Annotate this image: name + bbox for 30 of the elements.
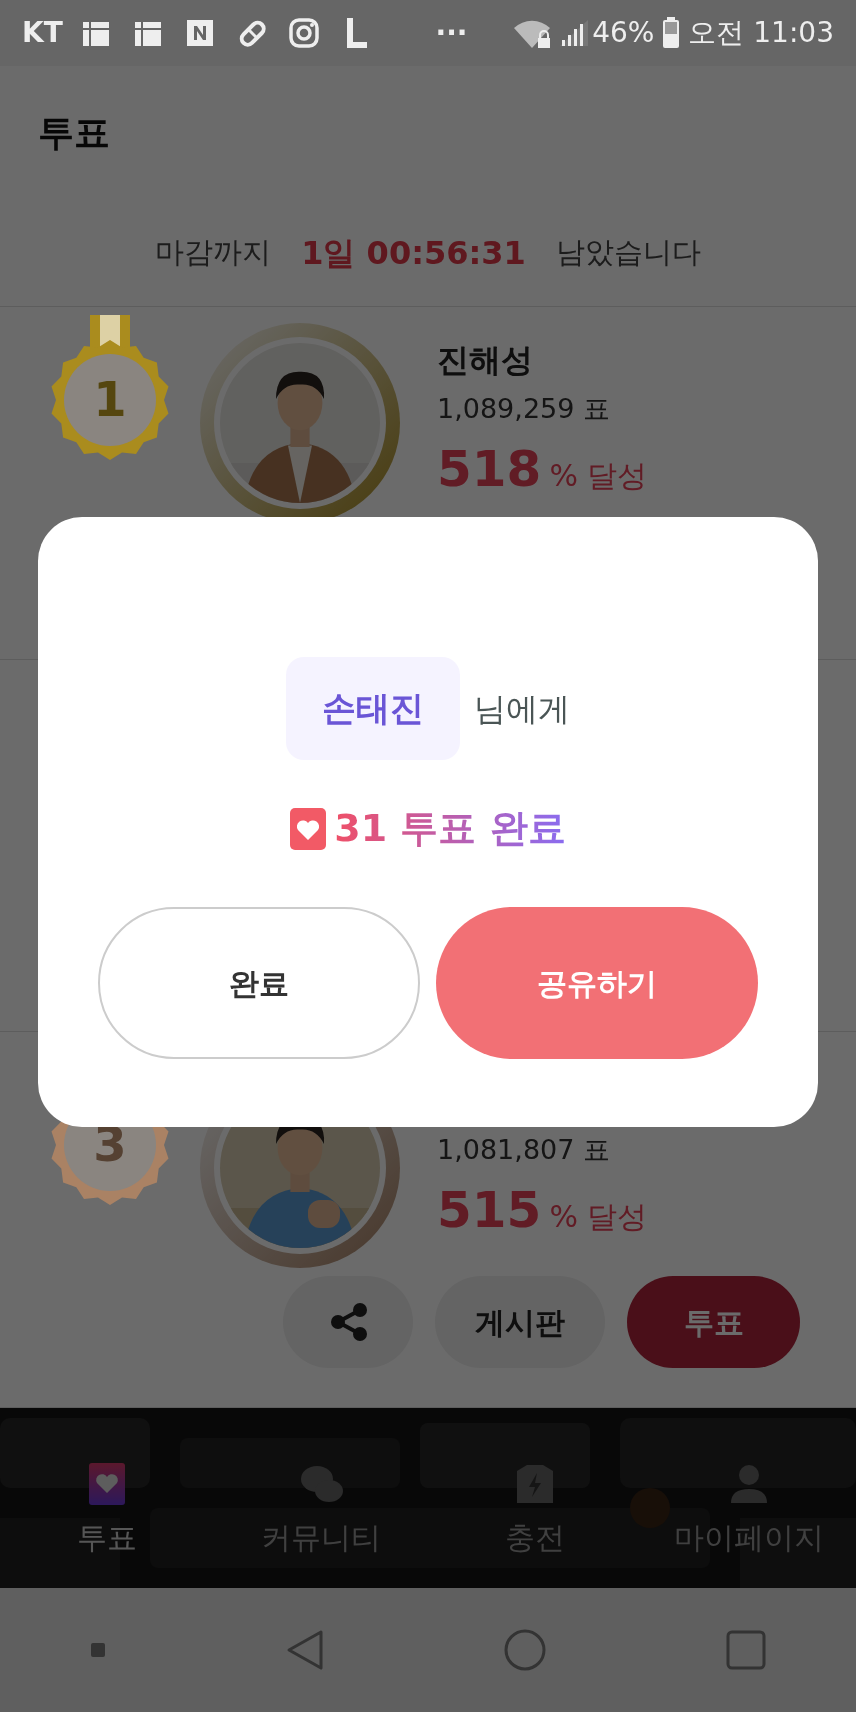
camera-app-icon xyxy=(286,16,321,50)
share-button[interactable]: 공유하기 xyxy=(436,907,758,1059)
vote-button[interactable]: 투표 xyxy=(627,1276,800,1368)
vote-count: 1,089,259 표 xyxy=(437,392,611,426)
battery-icon xyxy=(662,16,681,50)
more-notifications: ··· xyxy=(435,15,468,51)
recipient-label: 님에게 xyxy=(474,688,570,730)
achievement-percent: 518 xyxy=(437,439,542,500)
countdown-label: 남았습니다 xyxy=(555,234,701,272)
nav-tab[interactable]: 마이페이지 xyxy=(642,1408,856,1588)
nav-tab[interactable]: 투표 xyxy=(0,1408,214,1588)
candidate-name: 진해성 xyxy=(437,340,534,381)
countdown-time: 1일 00:56:31 xyxy=(301,233,526,274)
home-icon[interactable] xyxy=(503,1628,547,1672)
countdown-label: 마감까지 xyxy=(155,234,272,272)
back-icon[interactable] xyxy=(285,1628,325,1672)
achievement-label: % 달성 xyxy=(549,1198,648,1236)
vote-count: 1,081,807 표 xyxy=(437,1133,611,1167)
carrier-name: KT xyxy=(22,15,63,51)
achievement-label: % 달성 xyxy=(549,457,648,495)
share-icon xyxy=(328,1302,368,1342)
achievement-percent: 515 xyxy=(437,1180,542,1241)
page-title: 투표 xyxy=(38,111,110,155)
overview-icon[interactable] xyxy=(725,1629,767,1671)
board-button[interactable]: 게시판 xyxy=(435,1276,605,1368)
battery-percent: 46% xyxy=(592,15,655,51)
clock-time: 오전 11:03 xyxy=(688,15,834,51)
recents-icon[interactable] xyxy=(89,1641,107,1659)
done-button[interactable]: 완료 xyxy=(98,907,420,1059)
recipient-name: 손태진 xyxy=(286,657,460,760)
